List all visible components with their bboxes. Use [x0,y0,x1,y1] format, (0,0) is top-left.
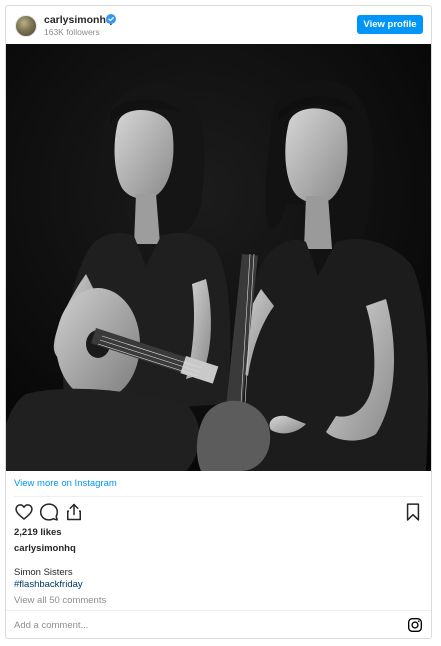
heart-icon[interactable] [14,502,34,522]
comment-bar [6,610,431,638]
hashtag-link[interactable]: #flashbackfriday [14,579,83,590]
bookmark-icon[interactable] [403,502,423,522]
follower-count: 163K followers [44,27,100,37]
post-header: carlysimonhq 163K followers View profile [6,6,431,44]
comment-icon[interactable] [39,502,59,522]
photo-illustration [6,44,431,471]
avatar[interactable] [15,15,37,37]
verified-badge-icon [106,14,116,24]
username[interactable]: carlysimonhq [44,14,112,26]
like-count[interactable]: 2,219 likes [14,527,62,538]
instagram-embed-card: carlysimonhq 163K followers View profile [5,5,432,639]
view-more-on-instagram-link[interactable]: View more on Instagram [14,478,117,489]
instagram-logo-icon[interactable] [407,617,423,633]
comment-input[interactable] [14,616,374,634]
post-photo[interactable] [6,44,431,471]
view-profile-button[interactable]: View profile [357,15,423,34]
share-icon[interactable] [64,502,84,522]
view-all-comments-link[interactable]: View all 50 comments [14,595,106,606]
caption-author[interactable]: carlysimonhq [14,543,76,554]
divider [14,496,423,497]
action-bar [6,502,431,524]
caption-text: Simon Sisters [14,567,73,578]
